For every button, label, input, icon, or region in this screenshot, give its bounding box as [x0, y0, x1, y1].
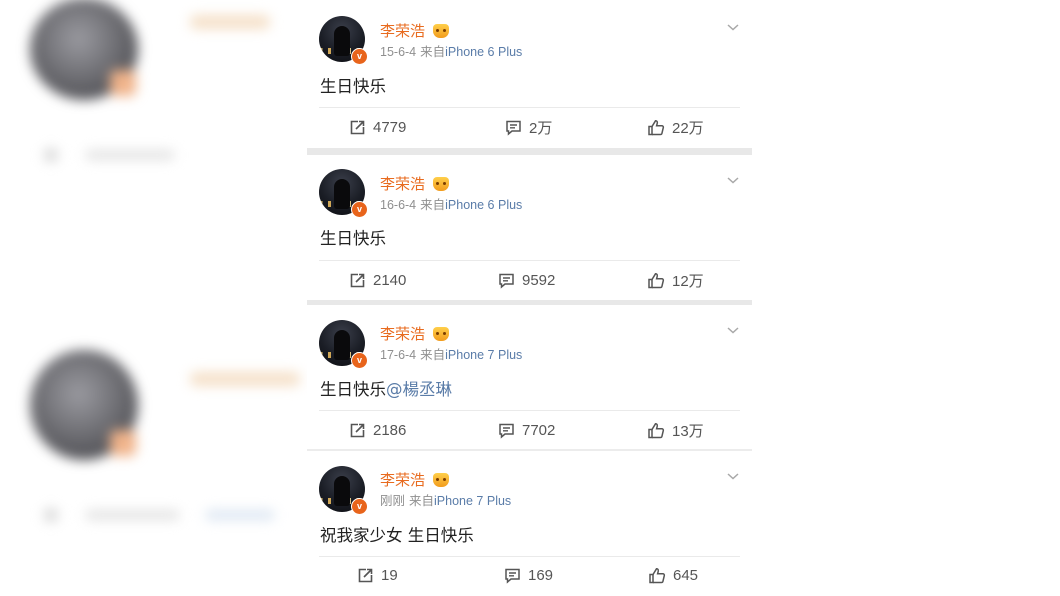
repost-count: 19 — [381, 566, 398, 584]
thumbs-up-icon — [648, 422, 665, 438]
source-prefix: 来自 — [409, 494, 435, 508]
like-button[interactable]: 13万 — [647, 420, 704, 440]
weibo-feed: v 李荣浩 15-6-4 来自iPhone 6 Plus 生日快乐 4779 2万… — [307, 0, 752, 596]
post-date: 15-6-4 — [380, 45, 417, 59]
background-decoration — [85, 510, 180, 520]
post-text: 生日快乐 — [320, 77, 386, 96]
vip-crown-icon — [433, 473, 449, 487]
divider — [319, 260, 740, 261]
background-decoration — [110, 70, 136, 96]
comment-button[interactable]: 2万 — [505, 117, 552, 137]
background-decoration — [190, 15, 270, 29]
comment-count: 7702 — [522, 421, 556, 439]
device-label[interactable]: iPhone 6 Plus — [445, 198, 522, 212]
author-name[interactable]: 李荣浩 — [380, 22, 425, 40]
post-meta: 16-6-4 来自iPhone 6 Plus — [380, 198, 522, 212]
verified-v-icon: v — [351, 201, 368, 218]
post-date: 17-6-4 — [380, 348, 417, 362]
divider — [319, 107, 740, 108]
comment-button[interactable]: 7702 — [498, 420, 555, 440]
post-card: v 李荣浩 15-6-4 来自iPhone 6 Plus 生日快乐 4779 2万… — [307, 0, 752, 148]
chevron-down-icon[interactable] — [727, 470, 739, 482]
author-name[interactable]: 李荣浩 — [380, 175, 425, 193]
post-card: v 李荣浩 16-6-4 来自iPhone 6 Plus 生日快乐 2140 95… — [307, 155, 752, 300]
comment-button[interactable]: 9592 — [498, 270, 555, 290]
chevron-down-icon[interactable] — [727, 21, 739, 33]
like-button[interactable]: 12万 — [647, 270, 704, 290]
comment-icon — [505, 568, 520, 584]
vip-crown-icon — [433, 327, 449, 341]
thumbs-up-icon — [649, 567, 666, 583]
comment-icon — [506, 120, 521, 136]
like-button[interactable]: 645 — [648, 565, 698, 585]
repost-button[interactable]: 19 — [357, 565, 398, 585]
author-name[interactable]: 李荣浩 — [380, 325, 425, 343]
chevron-down-icon[interactable] — [727, 324, 739, 336]
background-decoration — [44, 148, 58, 162]
verified-v-icon: v — [351, 498, 368, 515]
device-label[interactable]: iPhone 7 Plus — [434, 494, 511, 508]
mention-link[interactable]: @楊丞琳 — [386, 380, 452, 399]
repost-button[interactable]: 2186 — [349, 420, 406, 440]
post-date: 刚刚 — [380, 494, 406, 508]
background-decoration — [205, 510, 275, 520]
device-label[interactable]: iPhone 6 Plus — [445, 45, 522, 59]
repost-button[interactable]: 2140 — [349, 270, 406, 290]
repost-count: 4779 — [373, 118, 407, 136]
comment-icon — [499, 273, 514, 289]
vip-crown-icon — [433, 177, 449, 191]
like-button[interactable]: 22万 — [647, 117, 704, 137]
repost-icon — [350, 423, 365, 437]
comment-count: 9592 — [522, 271, 556, 289]
source-prefix: 来自 — [420, 45, 446, 59]
background-decoration — [190, 372, 300, 386]
source-prefix: 来自 — [420, 348, 446, 362]
repost-button[interactable]: 4779 — [349, 117, 406, 137]
comment-count: 2万 — [529, 119, 553, 137]
background-decoration — [85, 150, 175, 160]
post-text: 祝我家少女 生日快乐 — [320, 526, 474, 545]
post-date: 16-6-4 — [380, 198, 417, 212]
author-name[interactable]: 李荣浩 — [380, 471, 425, 489]
post-meta: 刚刚 来自iPhone 7 Plus — [380, 494, 511, 508]
like-count: 645 — [673, 566, 699, 584]
source-prefix: 来自 — [420, 198, 446, 212]
divider — [319, 556, 740, 557]
thumbs-up-icon — [648, 272, 665, 288]
comment-button[interactable]: 169 — [504, 565, 553, 585]
background-decoration — [110, 430, 136, 456]
repost-count: 2186 — [373, 421, 407, 439]
repost-icon — [350, 120, 365, 134]
vip-crown-icon — [433, 24, 449, 38]
post-text: 生日快乐 — [320, 229, 386, 248]
background-decoration — [44, 508, 58, 522]
chevron-down-icon[interactable] — [727, 174, 739, 186]
background-blur — [0, 0, 300, 596]
verified-v-icon: v — [351, 352, 368, 369]
device-label[interactable]: iPhone 7 Plus — [445, 348, 522, 362]
like-count: 12万 — [672, 272, 704, 290]
post-meta: 17-6-4 来自iPhone 7 Plus — [380, 348, 522, 362]
like-count: 22万 — [672, 119, 704, 137]
post-text: 生日快乐@楊丞琳 — [320, 380, 452, 399]
verified-v-icon: v — [351, 48, 368, 65]
post-separator — [307, 148, 752, 155]
repost-icon — [350, 273, 365, 287]
comment-icon — [499, 423, 514, 439]
post-card: v 李荣浩 刚刚 来自iPhone 7 Plus 祝我家少女 生日快乐 19 16… — [307, 451, 752, 596]
post-meta: 15-6-4 来自iPhone 6 Plus — [380, 45, 522, 59]
repost-count: 2140 — [373, 271, 407, 289]
post-card: v 李荣浩 17-6-4 来自iPhone 7 Plus 生日快乐@楊丞琳 218… — [307, 305, 752, 449]
like-count: 13万 — [672, 422, 704, 440]
divider — [319, 410, 740, 411]
comment-count: 169 — [528, 566, 554, 584]
repost-icon — [358, 568, 373, 582]
thumbs-up-icon — [648, 119, 665, 135]
